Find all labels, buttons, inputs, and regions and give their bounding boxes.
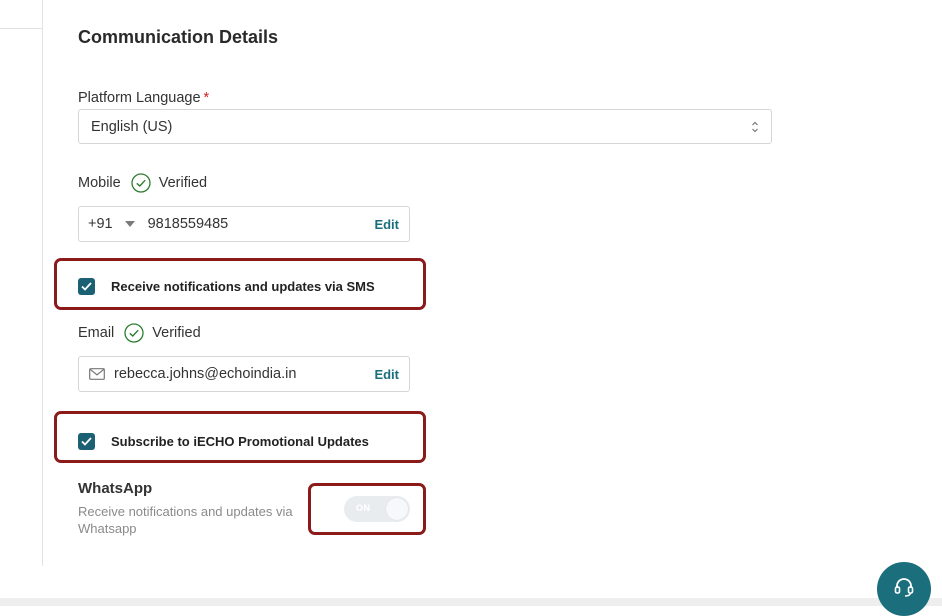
promo-checkbox[interactable] (78, 433, 95, 450)
email-edit-link[interactable]: Edit (374, 367, 399, 382)
language-label: Platform Language * (78, 90, 209, 106)
email-label: Email (78, 325, 115, 341)
left-divider (42, 0, 43, 566)
check-circle-icon (124, 323, 144, 343)
whatsapp-description: Receive notifications and updates via Wh… (78, 504, 293, 536)
left-tab-divider (0, 28, 42, 29)
mobile-edit-link[interactable]: Edit (374, 217, 399, 232)
country-code[interactable]: +91 (88, 216, 113, 232)
check-circle-icon (131, 173, 151, 193)
promo-opt-label: Subscribe to iECHO Promotional Updates (111, 434, 369, 449)
headset-icon (894, 578, 914, 597)
checkmark-icon (81, 437, 92, 446)
sms-opt-label: Receive notifications and updates via SM… (111, 279, 375, 294)
mobile-number: 9818559485 (147, 216, 229, 232)
mobile-label: Mobile (78, 175, 121, 191)
whatsapp-title: WhatsApp (78, 480, 153, 497)
language-select[interactable]: English (US) (78, 109, 772, 144)
mobile-label-row: Mobile Verified (78, 173, 207, 193)
promo-opt-row[interactable]: Subscribe to iECHO Promotional Updates (78, 433, 369, 450)
language-select-value: English (US) (91, 118, 173, 135)
required-mark: * (203, 90, 210, 106)
sms-checkbox[interactable] (78, 278, 95, 295)
help-chat-button[interactable] (877, 562, 931, 616)
whatsapp-toggle[interactable]: ON (344, 496, 410, 522)
up-down-chevron-icon (752, 121, 758, 133)
email-value: rebecca.johns@echoindia.in (114, 366, 297, 382)
sms-opt-row[interactable]: Receive notifications and updates via SM… (78, 278, 375, 295)
email-field[interactable]: rebecca.johns@echoindia.in Edit (78, 356, 410, 392)
mobile-field[interactable]: +91 9818559485 Edit (78, 206, 410, 242)
mobile-verified-status: Verified (158, 175, 208, 191)
section-title: Communication Details (78, 27, 279, 47)
toggle-state-label: ON (356, 503, 371, 513)
email-verified-status: Verified (152, 325, 201, 341)
email-label-row: Email Verified (78, 323, 201, 343)
toggle-knob[interactable] (386, 498, 408, 520)
bottom-bar (0, 598, 942, 606)
caret-down-icon[interactable] (124, 221, 135, 227)
language-label-text: Platform Language (78, 90, 201, 106)
envelope-icon (89, 368, 105, 380)
checkmark-icon (81, 282, 92, 291)
